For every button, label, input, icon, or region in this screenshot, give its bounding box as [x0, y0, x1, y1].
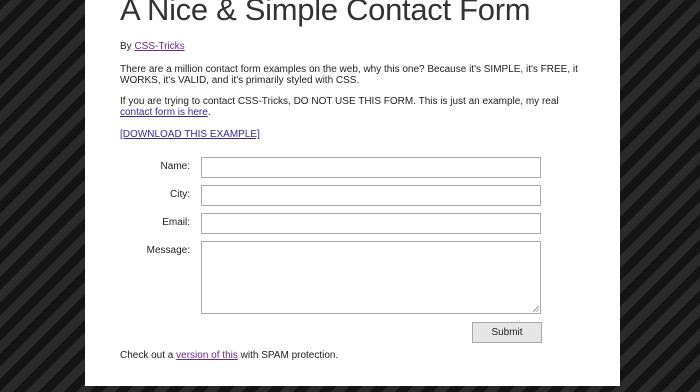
submit-button[interactable]: Submit	[472, 322, 542, 343]
byline: By CSS-Tricks	[120, 41, 585, 52]
footer-suffix: with SPAM protection.	[237, 350, 339, 361]
notice-text: If you are trying to contact CSS-Tricks,…	[120, 96, 585, 118]
message-label: Message:	[146, 245, 190, 256]
spam-protected-version-link[interactable]: version of this	[176, 350, 238, 361]
email-input[interactable]	[201, 213, 541, 234]
resize-grip-icon[interactable]	[533, 306, 539, 312]
footer-prefix: Check out a	[120, 350, 177, 361]
footer-text: Check out a version of this with SPAM pr…	[120, 350, 585, 361]
intro-text: There are a million contact form example…	[120, 64, 578, 86]
content-page: A Nice & Simple Contact Form By CSS-Tric…	[85, 0, 620, 386]
author-link[interactable]: CSS-Tricks	[134, 41, 184, 52]
name-label: Name:	[160, 161, 190, 172]
message-textarea[interactable]	[201, 241, 541, 314]
contact-form-link[interactable]: contact form is here	[120, 107, 208, 118]
download-line: [DOWNLOAD THIS EXAMPLE]	[120, 129, 585, 140]
city-input[interactable]	[201, 185, 541, 206]
email-label: Email:	[162, 217, 190, 228]
byline-prefix: By	[120, 41, 135, 52]
notice-body: If you are trying to contact CSS-Tricks,…	[120, 96, 559, 107]
notice-suffix: .	[207, 107, 211, 118]
page-title: A Nice & Simple Contact Form	[120, 0, 531, 27]
name-input[interactable]	[201, 157, 541, 178]
download-example-link[interactable]: [DOWNLOAD THIS EXAMPLE]	[120, 129, 260, 140]
city-label: City:	[170, 189, 190, 200]
